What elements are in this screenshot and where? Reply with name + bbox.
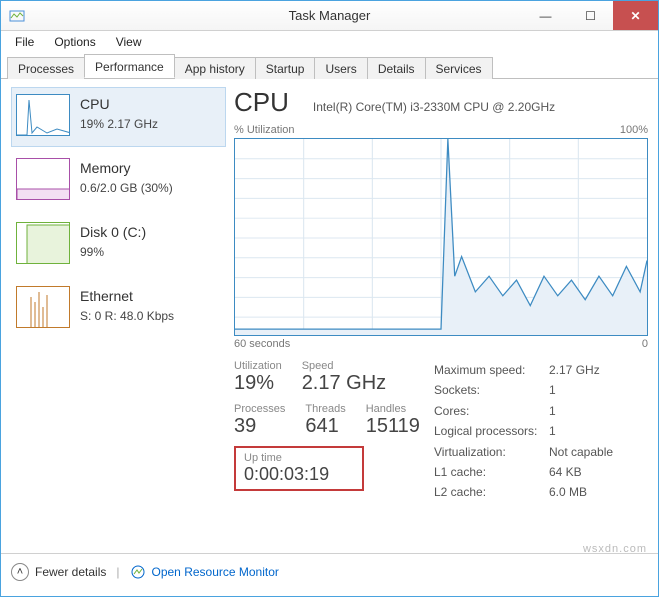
separator: |	[116, 565, 119, 579]
content-area: CPU 19% 2.17 GHz Memory 0.6/2.0 GB (30%)…	[1, 79, 658, 553]
menu-file[interactable]: File	[5, 33, 44, 51]
cpu-sub: 19% 2.17 GHz	[80, 115, 158, 133]
sidebar-item-cpu[interactable]: CPU 19% 2.17 GHz	[11, 87, 226, 147]
chart-label-0: 0	[642, 338, 648, 350]
ethernet-title: Ethernet	[80, 286, 174, 307]
resource-monitor-icon	[130, 564, 146, 580]
chart-label-max: 100%	[620, 124, 648, 136]
ethernet-thumb	[16, 286, 70, 328]
disk-thumb	[16, 222, 70, 264]
memory-thumb	[16, 158, 70, 200]
speed-value: 2.17 GHz	[302, 372, 386, 395]
max-speed-label: Maximum speed:	[434, 360, 549, 380]
sidebar-item-disk[interactable]: Disk 0 (C:) 99%	[11, 215, 226, 275]
sidebar-item-ethernet[interactable]: Ethernet S: 0 R: 48.0 Kbps	[11, 279, 226, 339]
virt-value: Not capable	[549, 442, 613, 462]
memory-sub: 0.6/2.0 GB (30%)	[80, 179, 173, 197]
processes-label: Processes	[234, 403, 285, 415]
main-subtitle: Intel(R) Core(TM) i3-2330M CPU @ 2.20GHz	[313, 100, 555, 114]
taskmanager-icon	[9, 8, 25, 24]
cores-value: 1	[549, 401, 556, 421]
minimize-button[interactable]: —	[523, 1, 568, 30]
uptime-label: Up time	[244, 452, 354, 464]
memory-title: Memory	[80, 158, 173, 179]
cores-label: Cores:	[434, 401, 549, 421]
utilization-label: Utilization	[234, 360, 282, 372]
l2-value: 6.0 MB	[549, 482, 587, 502]
threads-value: 641	[305, 415, 345, 438]
speed-label: Speed	[302, 360, 386, 372]
handles-value: 15119	[366, 415, 420, 438]
sockets-label: Sockets:	[434, 380, 549, 400]
tab-processes[interactable]: Processes	[7, 57, 85, 79]
main-title: CPU	[234, 87, 289, 118]
disk-sub: 99%	[80, 243, 146, 261]
chevron-up-icon[interactable]: ˄	[11, 563, 29, 581]
lp-label: Logical processors:	[434, 421, 549, 441]
tab-details[interactable]: Details	[367, 57, 426, 79]
maximize-button[interactable]: ☐	[568, 1, 613, 30]
watermark: wsxdn.com	[583, 543, 647, 555]
ethernet-sub: S: 0 R: 48.0 Kbps	[80, 307, 174, 325]
max-speed-value: 2.17 GHz	[549, 360, 600, 380]
threads-label: Threads	[305, 403, 345, 415]
menu-options[interactable]: Options	[44, 33, 105, 51]
chart-label-60s: 60 seconds	[234, 338, 290, 350]
sidebar-item-memory[interactable]: Memory 0.6/2.0 GB (30%)	[11, 151, 226, 211]
main-panel: CPU Intel(R) Core(TM) i3-2330M CPU @ 2.2…	[226, 87, 648, 549]
tab-users[interactable]: Users	[314, 57, 367, 79]
tab-bar: Processes Performance App history Startu…	[1, 53, 658, 79]
virt-label: Virtualization:	[434, 442, 549, 462]
menu-view[interactable]: View	[106, 33, 152, 51]
l2-label: L2 cache:	[434, 482, 549, 502]
disk-title: Disk 0 (C:)	[80, 222, 146, 243]
processes-value: 39	[234, 415, 285, 438]
stats-area: Utilization 19% Speed 2.17 GHz Processes…	[234, 360, 648, 503]
tab-performance[interactable]: Performance	[84, 54, 175, 78]
fewer-details-link[interactable]: Fewer details	[35, 565, 106, 579]
uptime-value: 0:00:03:19	[244, 464, 354, 485]
sockets-value: 1	[549, 380, 556, 400]
handles-label: Handles	[366, 403, 420, 415]
l1-label: L1 cache:	[434, 462, 549, 482]
l1-value: 64 KB	[549, 462, 582, 482]
tab-startup[interactable]: Startup	[255, 57, 316, 79]
footer: ˄ Fewer details | Open Resource Monitor	[1, 553, 658, 589]
close-button[interactable]: ✕	[613, 1, 658, 30]
chart-label-utilization: % Utilization	[234, 124, 295, 136]
lp-value: 1	[549, 421, 556, 441]
cpu-title: CPU	[80, 94, 158, 115]
cpu-thumb	[16, 94, 70, 136]
tab-app-history[interactable]: App history	[174, 57, 256, 79]
window-controls: — ☐ ✕	[523, 1, 658, 30]
resource-sidebar: CPU 19% 2.17 GHz Memory 0.6/2.0 GB (30%)…	[11, 87, 226, 549]
cpu-chart	[234, 138, 648, 336]
menubar: File Options View	[1, 31, 658, 53]
utilization-value: 19%	[234, 372, 282, 395]
titlebar: Task Manager — ☐ ✕	[1, 1, 658, 31]
uptime-box: Up time 0:00:03:19	[234, 446, 364, 491]
open-resource-monitor-link[interactable]: Open Resource Monitor	[152, 565, 279, 579]
tab-services[interactable]: Services	[425, 57, 493, 79]
